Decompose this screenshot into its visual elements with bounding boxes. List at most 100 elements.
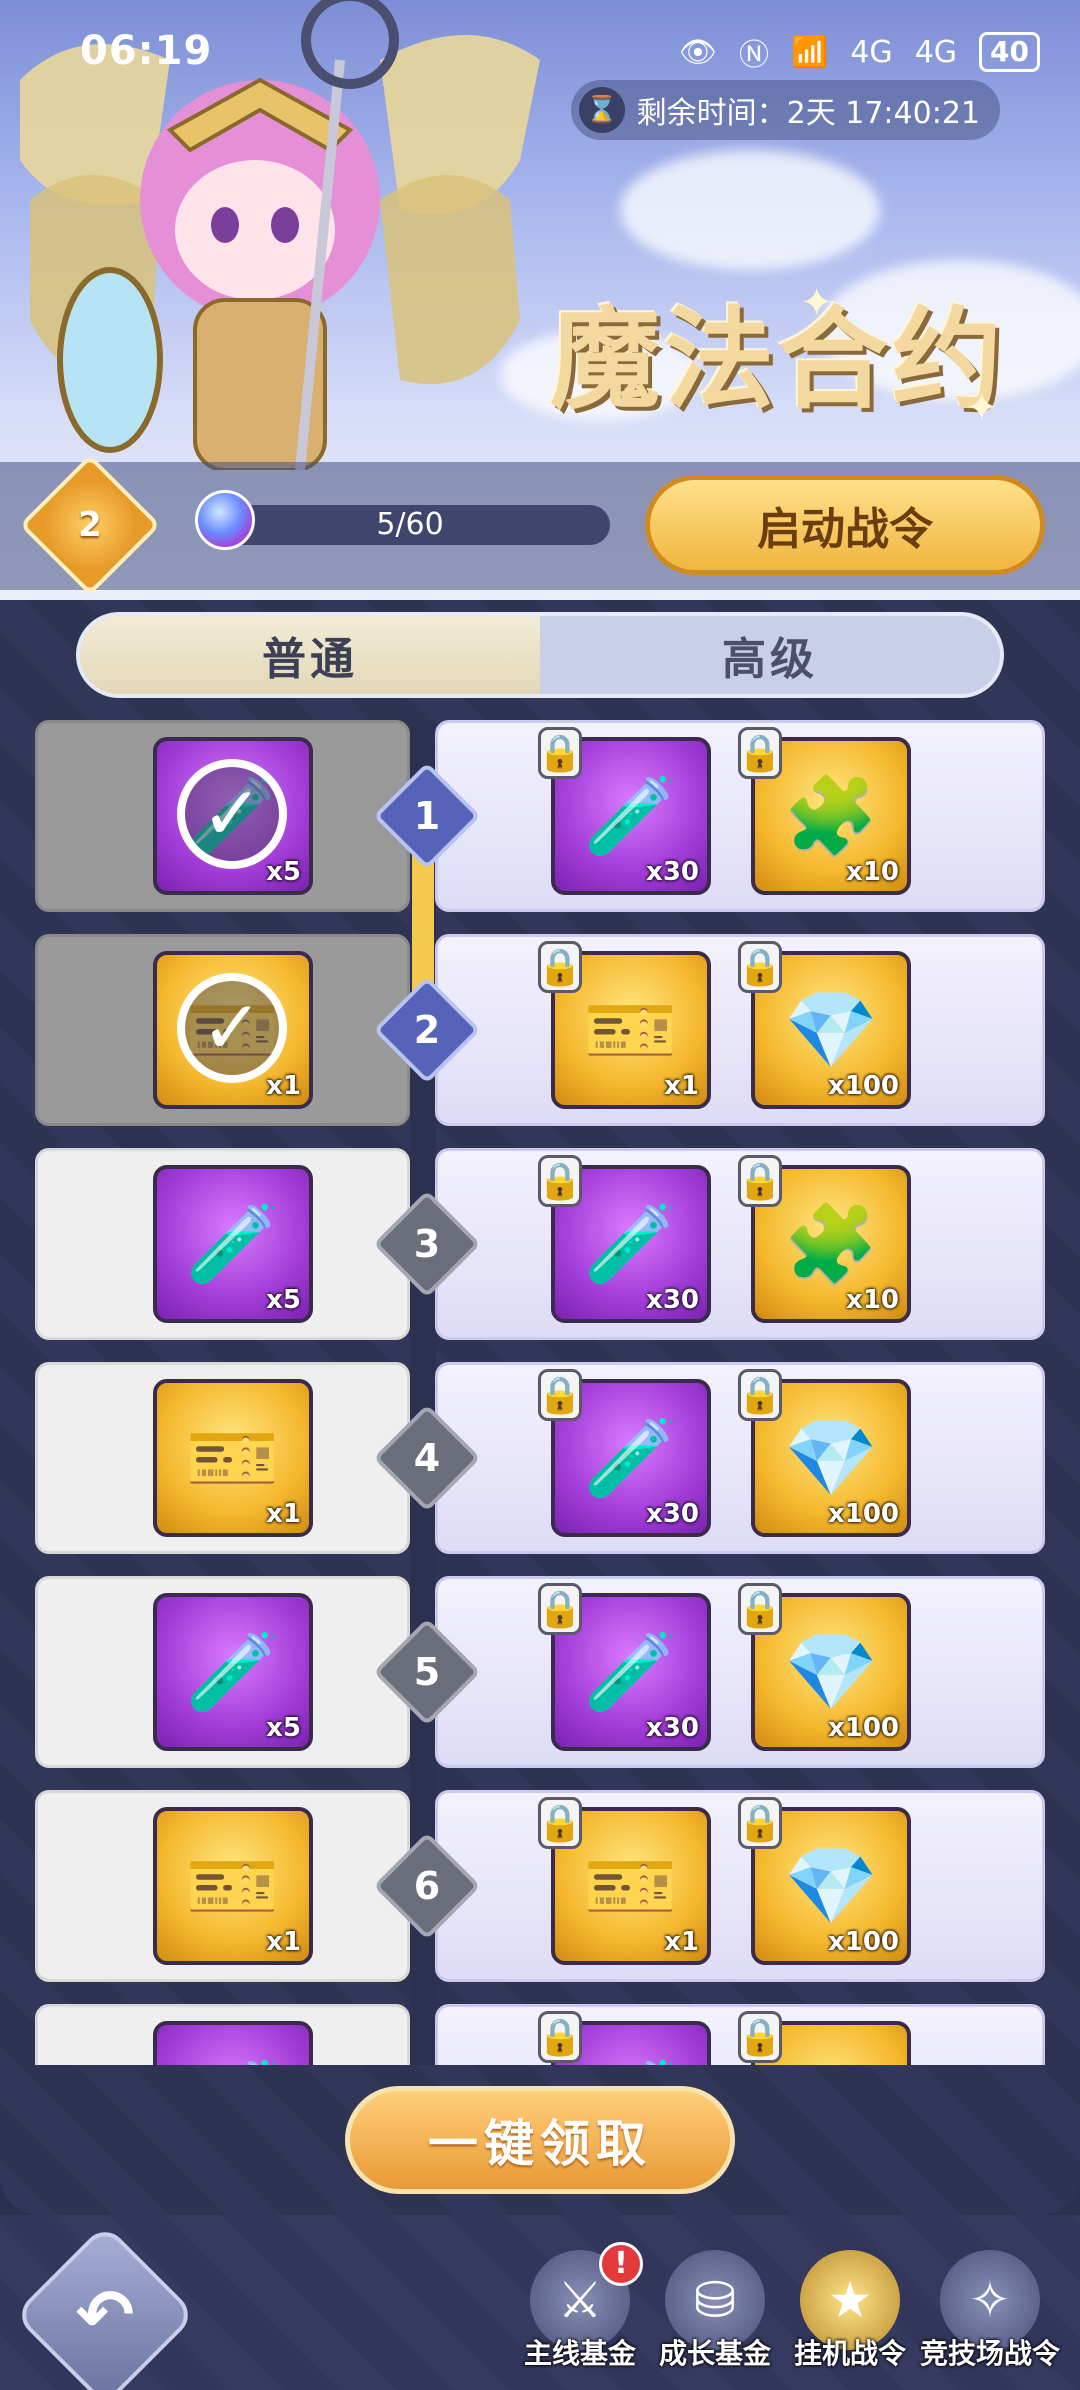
item-quantity: x5	[266, 857, 301, 887]
free-reward-card[interactable]: 🧪 x5	[35, 1148, 410, 1340]
premium-reward-card[interactable]: 🧪 x30 🔒 💎 x100 🔒	[435, 1362, 1045, 1554]
current-level: 2	[78, 505, 102, 545]
item-quantity: x30	[646, 1285, 699, 1315]
potion-reward-item[interactable]: 🧪 x5 ✓	[153, 737, 313, 895]
eye-icon: 👁	[678, 34, 717, 70]
reward-row: 🎫 x1 ✓ 🎫 x1 🔒 💎 x100 🔒 2	[35, 934, 1045, 1126]
exp-progress-text: 5/60	[376, 507, 444, 542]
item-quantity: x1	[664, 1927, 699, 1957]
item-quantity: x1	[266, 1927, 301, 1957]
free-reward-card[interactable]: 🧪 x5 ✓	[35, 720, 410, 912]
ticket-reward-item[interactable]: 🎫 x1	[153, 1807, 313, 1965]
level-number: 2	[413, 1008, 441, 1052]
premium-reward-card[interactable]: 🎫 x1 🔒 💎 x100 🔒	[435, 1790, 1045, 1982]
lock-icon: 🔒	[738, 2011, 782, 2063]
premium-reward-card[interactable]: 🧪 x30 🔒 🧩 x10 🔒	[435, 1148, 1045, 1340]
potion-reward-item[interactable]: 🧪 x5	[153, 1593, 313, 1751]
level-number: 3	[413, 1222, 441, 1266]
ticket-reward-item[interactable]: 🎫 x1 ✓	[153, 951, 313, 1109]
lock-icon: 🔒	[538, 1155, 582, 1207]
lock-icon: 🔒	[538, 2011, 582, 2063]
level-node: 5	[367, 1612, 487, 1732]
item-quantity: x100	[827, 1927, 899, 1957]
free-reward-card[interactable]: 🎫 x1	[35, 1362, 410, 1554]
reward-row: 🎫 x1 🧪 x30 🔒 💎 x100 🔒 4	[35, 1362, 1045, 1554]
item-quantity: x1	[266, 1071, 301, 1101]
tab-premium[interactable]: 高级	[540, 616, 1000, 694]
tab-normal[interactable]: 普通	[80, 616, 540, 694]
potion-reward-item[interactable]: 🧪 x5	[153, 1165, 313, 1323]
premium-reward-card[interactable]: 🧪 x30 🔒 🧩 x10 🔒	[435, 720, 1045, 912]
lock-icon: 🔒	[738, 1155, 782, 1207]
nav-arena-pass[interactable]: ✧ 竞技场战令	[915, 2250, 1065, 2390]
sparkle-icon: ✦	[965, 385, 999, 431]
claim-all-button[interactable]: 一键领取	[345, 2086, 735, 2194]
potion-reward-item[interactable]: 🧪	[153, 2021, 313, 2065]
hourglass-icon: ⌛	[578, 87, 625, 133]
back-arrow-icon: ↶	[75, 2274, 135, 2356]
premium-reward-card[interactable]: 🧪 x30 🔒 💎 x100 🔒	[435, 1576, 1045, 1768]
free-reward-card[interactable]: 🎫 x1 ✓	[35, 934, 410, 1126]
level-node: 1	[367, 756, 487, 876]
level-node: 3	[367, 1184, 487, 1304]
free-reward-card[interactable]: 🎫 x1	[35, 1790, 410, 1982]
nav-idle-pass[interactable]: ★ 挂机战令	[775, 2250, 925, 2390]
item-quantity: x100	[827, 1713, 899, 1743]
lock-icon: 🔒	[538, 1369, 582, 1421]
reward-row: 🧪 x5 ✓ 🧪 x30 🔒 🧩 x10 🔒 1	[35, 720, 1045, 912]
item-quantity: x30	[646, 857, 699, 887]
item-quantity: x100	[827, 1499, 899, 1529]
item-quantity: x30	[646, 1499, 699, 1529]
alert-badge: !	[599, 2242, 643, 2286]
ticket-reward-item[interactable]: 🎫 x1	[153, 1379, 313, 1537]
level-node: 4	[367, 1398, 487, 1518]
lock-icon: 🔒	[738, 727, 782, 779]
lock-icon: 🔒	[738, 1369, 782, 1421]
signal-label: 4G	[914, 34, 958, 70]
item-quantity: x10	[846, 857, 899, 887]
potion-icon: 🧪	[157, 2025, 309, 2065]
level-node: 2	[367, 970, 487, 1090]
exp-progress-bar: 5/60	[210, 505, 610, 545]
battery-indicator: 40	[979, 32, 1040, 72]
wifi-icon: 📶	[790, 34, 829, 70]
level-number: 4	[413, 1436, 441, 1480]
status-time: 06:19	[80, 28, 213, 74]
free-reward-card[interactable]: 🧪	[35, 2004, 410, 2065]
lock-icon: 🔒	[738, 1797, 782, 1849]
cloud-decoration	[620, 150, 880, 270]
tier-tabs: 普通 高级	[76, 612, 1004, 698]
lock-icon: 🔒	[538, 1797, 582, 1849]
item-quantity: x10	[846, 1285, 899, 1315]
reward-row: 🧪 x5 🧪 x30 🔒 🧩 x10 🔒 3	[35, 1148, 1045, 1340]
lock-icon: 🔒	[538, 727, 582, 779]
level-number: 6	[413, 1864, 441, 1908]
level-number: 1	[413, 794, 441, 838]
start-pass-button[interactable]: 启动战令	[645, 475, 1045, 575]
level-node: 6	[367, 1826, 487, 1946]
claimed-check-icon: ✓	[177, 759, 287, 869]
reward-row: 🎫 x1 🎫 x1 🔒 💎 x100 🔒 6	[35, 1790, 1045, 1982]
exp-potion-icon	[195, 490, 255, 550]
lock-icon: 🔒	[738, 941, 782, 993]
premium-reward-card[interactable]: 🧪🔒🎫🔒	[435, 2004, 1045, 2065]
item-quantity: x30	[646, 1713, 699, 1743]
sparkle-icon: ✦	[800, 280, 834, 326]
remaining-time-pill: ⌛ 剩余时间：2天 17:40:21	[570, 80, 1000, 140]
item-quantity: x1	[664, 1071, 699, 1101]
item-quantity: x5	[266, 1285, 301, 1315]
reward-row: 🧪 🧪🔒🎫🔒	[35, 2004, 1045, 2065]
reward-list[interactable]: 🧪 x5 ✓ 🧪 x30 🔒 🧩 x10 🔒 1 🎫 x1 ✓ 🎫 x1 🔒 💎 x100 🔒 2 🧪 x5 🧪 x30 🔒 🧩 x…	[35, 720, 1045, 2065]
item-quantity: x100	[827, 1071, 899, 1101]
signal-label: 4G	[850, 34, 893, 70]
reward-row: 🧪 x5 🧪 x30 🔒 💎 x100 🔒 5	[35, 1576, 1045, 1768]
event-title: 魔法合约	[550, 295, 1006, 424]
item-quantity: x1	[266, 1499, 301, 1529]
status-icons: 👁 Ⓝ 📶 4G 4G 40	[679, 30, 1040, 74]
premium-reward-card[interactable]: 🎫 x1 🔒 💎 x100 🔒	[435, 934, 1045, 1126]
lock-icon: 🔒	[538, 1583, 582, 1635]
remaining-time-text: 剩余时间：2天 17:40:21	[636, 96, 980, 131]
free-reward-card[interactable]: 🧪 x5	[35, 1576, 410, 1768]
lock-icon: 🔒	[738, 1583, 782, 1635]
nfc-icon: Ⓝ	[738, 38, 769, 73]
